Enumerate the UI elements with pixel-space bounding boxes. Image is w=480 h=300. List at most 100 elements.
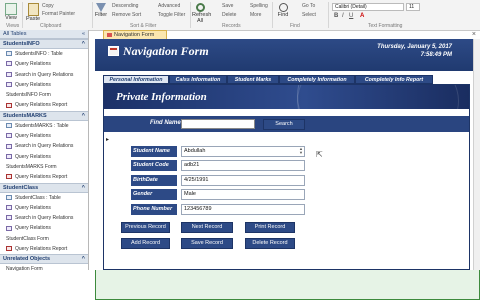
personal-information-panel: Private Information Find Name: Search ▸ …	[103, 84, 470, 270]
font-name-select[interactable]: Calibri (Detail)	[332, 3, 404, 11]
section-title: Private Information	[116, 91, 207, 103]
chevron-up-icon: ^	[81, 184, 85, 191]
mouse-cursor-icon: ⇱	[316, 150, 323, 159]
paste-button[interactable]: Paste	[26, 3, 40, 22]
italic-button[interactable]: I	[342, 13, 344, 19]
ribbon-separator	[22, 2, 23, 28]
document-tab-navigation-form[interactable]: Navigation Form	[103, 30, 167, 39]
vertical-scrollbar[interactable]	[473, 39, 480, 270]
section-banner: Private Information	[104, 85, 469, 109]
query-icon	[6, 225, 12, 231]
chevron-up-icon: ^	[81, 112, 85, 119]
tab-personal-information[interactable]: Personal Information	[103, 75, 169, 84]
nav-item[interactable]: StudentsMARKS : Table	[0, 121, 88, 131]
find-group-label: Find	[290, 23, 300, 29]
table-icon	[6, 122, 12, 128]
nav-item[interactable]: Query Relations	[0, 203, 88, 213]
view-button[interactable]: View	[4, 3, 18, 21]
chevron-double-left-icon[interactable]: «	[82, 30, 85, 38]
nav-item[interactable]: Search in Query Relations	[0, 70, 88, 80]
nav-item[interactable]: Query Relations Report	[0, 172, 88, 182]
delete-ribbon-button[interactable]: Delete	[222, 12, 236, 18]
refresh-all-button[interactable]: Refresh All	[192, 3, 211, 24]
print-record-button[interactable]: Print Record	[245, 222, 295, 233]
nav-item[interactable]: Query Relations	[0, 80, 88, 90]
record-selector-icon[interactable]: ▸	[106, 136, 109, 143]
nav-section-student-class[interactable]: StudentClass ^	[0, 182, 88, 193]
nav-item[interactable]: Query Relations Report	[0, 244, 88, 254]
form-header: Navigation Form Thursday, January 5, 201…	[95, 39, 480, 71]
nav-item[interactable]: Query Relations Report	[0, 100, 88, 110]
nav-section-students-marks[interactable]: StudentsMARKS ^	[0, 110, 88, 121]
add-record-button[interactable]: Add Record	[121, 238, 170, 249]
save-record-ribbon-button[interactable]: Save	[222, 3, 233, 9]
close-icon[interactable]: ×	[472, 31, 476, 38]
previous-record-button[interactable]: Previous Record	[121, 222, 170, 233]
query-icon	[6, 205, 12, 211]
goto-button[interactable]: Go To	[302, 3, 315, 9]
birthdate-label: BirthDate	[131, 175, 177, 186]
format-painter-button[interactable]: Format Painter	[42, 11, 75, 17]
combo-spin-icon[interactable]: ▲ ▼	[299, 147, 303, 155]
tab-completely-information[interactable]: Completely Information	[279, 75, 355, 84]
nav-item[interactable]: StudentsINFO Form	[0, 69, 480, 300]
tab-student-marks[interactable]: Student Marks	[227, 75, 279, 84]
copy-button[interactable]: Copy	[42, 3, 54, 9]
nav-item[interactable]: Query Relations	[0, 223, 88, 233]
nav-section-students-info[interactable]: StudentsINFO ^	[0, 39, 88, 49]
nav-section-unrelated-objects[interactable]: Unrelated Objects ^	[0, 254, 88, 265]
nav-item[interactable]: Query Relations	[0, 59, 88, 69]
nav-item[interactable]: Search in Query Relations	[0, 213, 88, 223]
find-button[interactable]: Find	[276, 3, 290, 18]
font-size-select[interactable]: 11	[406, 3, 420, 11]
ribbon-separator	[272, 2, 273, 28]
student-name-combobox[interactable]: Abdullah ▲ ▼	[181, 146, 305, 157]
nav-item[interactable]: StudentClass Form	[0, 69, 480, 300]
save-record-button[interactable]: Save Record	[181, 238, 233, 249]
nav-item[interactable]: StudentsMARKS Form	[0, 69, 480, 300]
find-name-input[interactable]	[181, 119, 255, 129]
tab-completely-info-report[interactable]: Completely Info Report	[355, 75, 433, 84]
remove-sort-button[interactable]: Remove Sort	[112, 12, 141, 18]
student-code-field[interactable]: adb21	[181, 160, 305, 171]
form-time: 7:58:49 PM	[420, 52, 452, 58]
nav-item[interactable]: Navigation Form	[0, 69, 480, 300]
toggle-filter-button[interactable]: Toggle Filter	[158, 12, 185, 18]
nav-item[interactable]: Search in Query Relations	[0, 141, 88, 151]
nav-item[interactable]: StudentsINFO : Table	[0, 49, 88, 59]
spelling-button[interactable]: Spelling	[250, 3, 268, 9]
query-icon	[6, 82, 12, 88]
bold-button[interactable]: B	[334, 13, 338, 19]
table-icon	[6, 194, 12, 200]
nav-item[interactable]: StudentClass : Table	[0, 193, 88, 203]
filter-icon	[96, 3, 106, 12]
search-button[interactable]: Search	[263, 119, 305, 130]
gender-field[interactable]: Male	[181, 189, 305, 200]
next-record-button[interactable]: Next Record	[181, 222, 233, 233]
descending-button[interactable]: Descending	[112, 3, 138, 9]
phone-number-field[interactable]: 123456789	[181, 204, 305, 215]
nav-item[interactable]: Query Relations	[0, 152, 88, 162]
underline-button[interactable]: U	[349, 13, 353, 19]
navigation-pane: All Tables « StudentsINFO ^ StudentsINFO …	[0, 30, 480, 300]
select-button[interactable]: Select	[302, 12, 316, 18]
text-formatting-group-label: Text Formatting	[368, 23, 403, 29]
nav-item[interactable]: Query Relations	[0, 131, 88, 141]
chevron-up-icon: ^	[81, 256, 85, 263]
report-icon	[6, 246, 12, 252]
birthdate-field[interactable]: 4/25/1991	[181, 175, 305, 186]
more-button[interactable]: More	[250, 12, 261, 18]
nav-pane-header[interactable]: All Tables «	[0, 30, 88, 39]
filter-button[interactable]: Filter	[94, 3, 108, 18]
clipboard-group-label: Clipboard	[40, 23, 62, 29]
delete-record-button[interactable]: Delete Record	[245, 238, 295, 249]
table-icon	[6, 51, 12, 57]
student-code-label: Student Code	[131, 160, 177, 171]
form-icon	[108, 46, 119, 56]
view-icon	[5, 3, 17, 15]
report-icon	[6, 174, 12, 180]
tab-class-information[interactable]: Calss Information	[169, 75, 227, 84]
advanced-button[interactable]: Advanced	[158, 3, 180, 9]
paste-icon	[27, 3, 39, 16]
font-color-button[interactable]: A	[360, 13, 364, 19]
